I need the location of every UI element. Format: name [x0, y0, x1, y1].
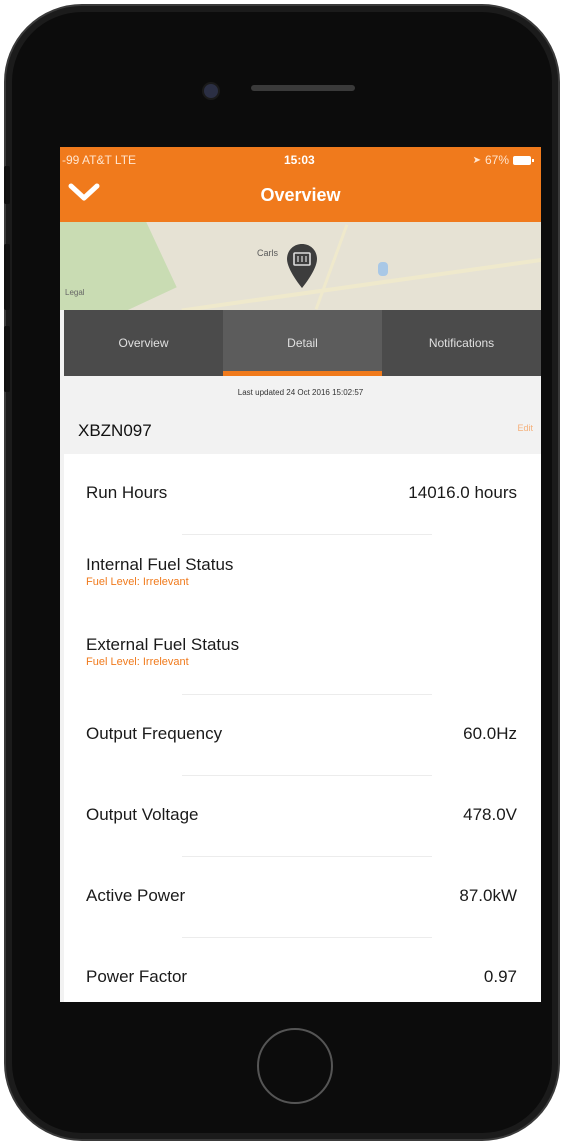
tab-notifications[interactable]: Notifications	[382, 310, 541, 376]
home-button[interactable]	[257, 1028, 333, 1104]
row-label: Internal Fuel Status	[86, 555, 234, 574]
row-label: External Fuel Status	[86, 635, 240, 654]
status-right: ➤ 67%	[472, 153, 534, 167]
map-legal-link[interactable]: Legal	[65, 288, 85, 297]
detail-list: Run Hours 14016.0 hours Internal Fuel Stat…	[64, 454, 541, 1002]
app-screen: -99 AT&T LTE 15:03 ➤ 67% Overview Carls …	[60, 147, 541, 1002]
row-value: 87.0kW	[459, 886, 517, 905]
row-value: 60.0Hz	[463, 724, 517, 743]
row-label: Active Power	[86, 886, 186, 905]
row-value: 478.0V	[463, 805, 517, 824]
location-arrow-icon: ➤	[472, 154, 481, 166]
list-item-power-factor: Power Factor 0.97	[64, 938, 541, 1002]
row-value: 0.97	[483, 967, 517, 986]
fuel-level-status: Fuel Level: Irrelevant	[86, 576, 189, 588]
list-item-active-power: Active Power 87.0kW	[64, 857, 541, 938]
map-view[interactable]: Carls Legal	[60, 222, 541, 310]
tab-label: Detail	[287, 336, 318, 350]
clock: 15:03	[284, 153, 315, 167]
front-camera	[202, 82, 220, 100]
row-value: 14016.0 hours	[408, 483, 517, 502]
list-item-external-fuel: External Fuel Status Fuel Level: Irreleva…	[64, 615, 541, 695]
generator-map-pin-icon[interactable]	[285, 242, 319, 290]
tab-label: Notifications	[428, 336, 495, 350]
map-road	[314, 224, 349, 310]
earpiece-speaker	[251, 85, 355, 91]
tab-detail[interactable]: Detail	[223, 310, 382, 376]
volume-down-button	[4, 326, 10, 392]
battery-percent: 67%	[484, 153, 509, 167]
list-item-internal-fuel: Internal Fuel Status Fuel Level: Irreleva…	[64, 535, 541, 615]
app-header: -99 AT&T LTE 15:03 ➤ 67% Overview	[60, 147, 541, 222]
volume-up-button	[4, 244, 10, 310]
last-updated-text: Last updated 24 Oct 2016 15:02:57	[237, 388, 364, 397]
row-label: Output Voltage	[86, 805, 199, 824]
map-road	[181, 255, 541, 310]
map-town-label: Carls	[257, 248, 279, 258]
tab-label: Overview	[118, 336, 169, 350]
fuel-level-status: Fuel Level: Irrelevant	[86, 656, 189, 668]
tab-overview[interactable]: Overview	[64, 310, 223, 376]
battery-icon	[513, 155, 534, 165]
active-tab-indicator	[223, 371, 382, 376]
row-label: Run Hours	[86, 483, 168, 502]
list-item-output-frequency: Output Frequency 60.0Hz	[64, 695, 541, 776]
status-bar: -99 AT&T LTE 15:03 ➤ 67%	[60, 151, 541, 171]
list-item-output-voltage: Output Voltage 478.0V	[64, 776, 541, 857]
asset-header: XBZN097 Edit	[64, 406, 541, 454]
map-water	[378, 262, 388, 276]
row-label: Output Frequency	[86, 724, 223, 743]
tab-bar: Overview Detail Notifications	[64, 310, 541, 376]
asset-name: XBZN097	[78, 421, 152, 440]
carrier-label: -99 AT&T LTE	[62, 153, 137, 167]
mute-switch	[4, 166, 10, 204]
row-label: Power Factor	[86, 967, 188, 986]
edit-button[interactable]: Edit	[517, 423, 533, 433]
page-title: Overview	[260, 185, 341, 205]
list-item-run-hours: Run Hours 14016.0 hours	[64, 454, 541, 535]
